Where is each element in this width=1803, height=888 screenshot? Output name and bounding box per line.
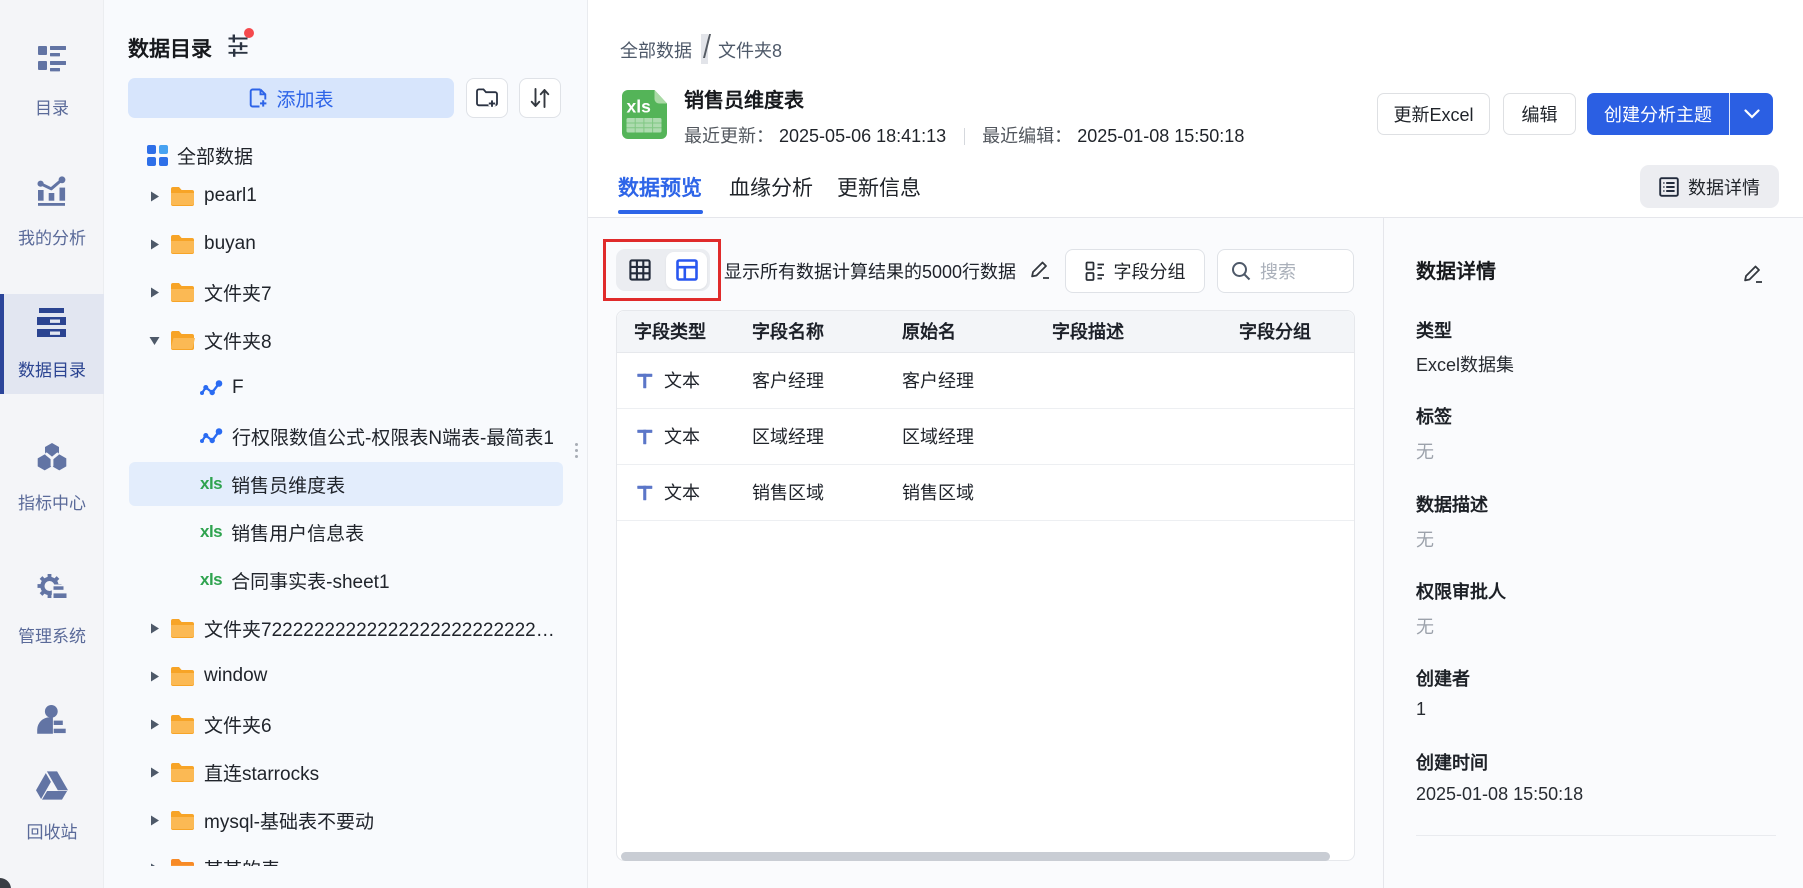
svg-text:xls: xls: [627, 97, 652, 117]
